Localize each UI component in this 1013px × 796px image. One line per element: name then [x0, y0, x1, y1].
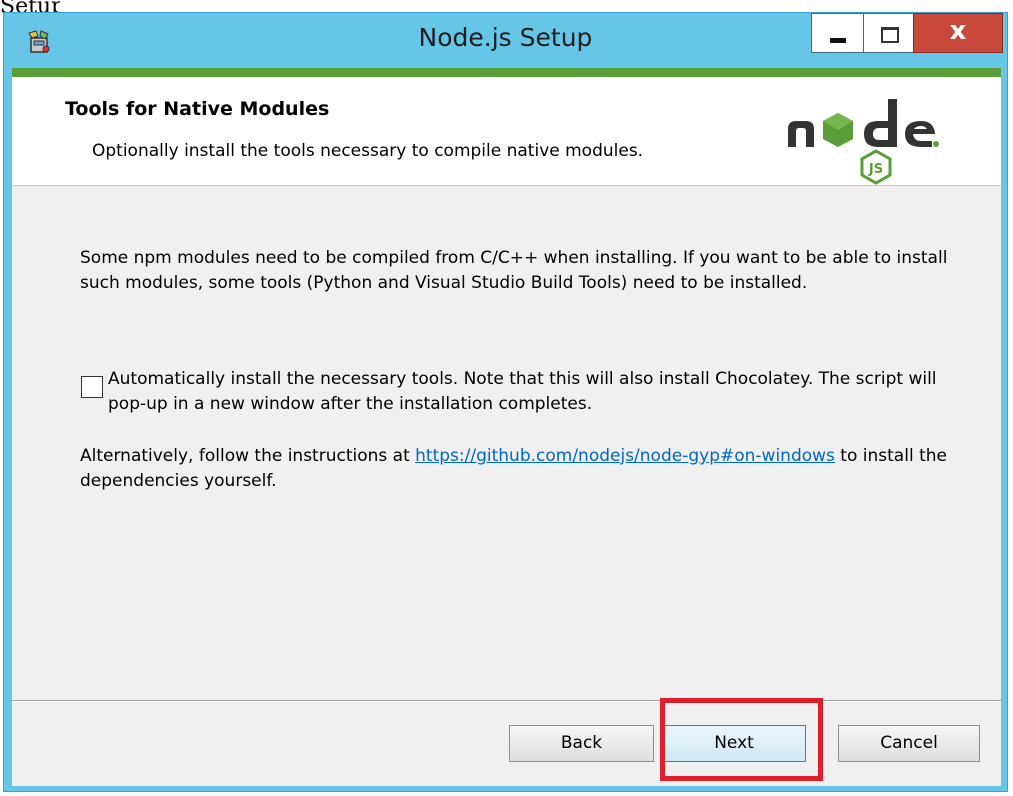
- maximize-icon: [881, 27, 899, 43]
- minimize-icon: [830, 38, 846, 43]
- install-tools-checkbox-label[interactable]: Automatically install the necessary tool…: [108, 367, 978, 417]
- page-title: Tools for Native Modules: [65, 98, 330, 120]
- svg-text:JS: JS: [868, 162, 883, 177]
- setup-window: Node.js Setup x Tools for Native Modules…: [3, 12, 1008, 792]
- alternative-prefix: Alternatively, follow the instructions a…: [80, 446, 416, 466]
- header-banner: Tools for Native Modules Optionally inst…: [12, 77, 1001, 186]
- next-button[interactable]: Next: [662, 725, 806, 762]
- node-gyp-link[interactable]: https://github.com/nodejs/node-gyp#on-wi…: [415, 446, 835, 466]
- page-subtitle: Optionally install the tools necessary t…: [92, 141, 644, 161]
- close-button[interactable]: x: [913, 13, 1003, 53]
- footer-separator: [12, 700, 1001, 702]
- cancel-button[interactable]: Cancel: [838, 725, 980, 762]
- alternative-instructions: Alternatively, follow the instructions a…: [80, 444, 970, 494]
- intro-text: Some npm modules need to be compiled fro…: [80, 248, 948, 293]
- install-tools-checkbox[interactable]: [81, 376, 103, 398]
- title-bar[interactable]: Node.js Setup x: [4, 13, 1007, 68]
- node-js-logo-icon: JS: [788, 99, 939, 185]
- close-icon: x: [949, 16, 967, 46]
- dialog-client-area: Tools for Native Modules Optionally inst…: [12, 68, 1001, 786]
- minimize-button[interactable]: [811, 13, 863, 53]
- accent-strip: [12, 68, 1001, 77]
- back-button[interactable]: Back: [509, 725, 654, 762]
- maximize-button[interactable]: [863, 13, 913, 53]
